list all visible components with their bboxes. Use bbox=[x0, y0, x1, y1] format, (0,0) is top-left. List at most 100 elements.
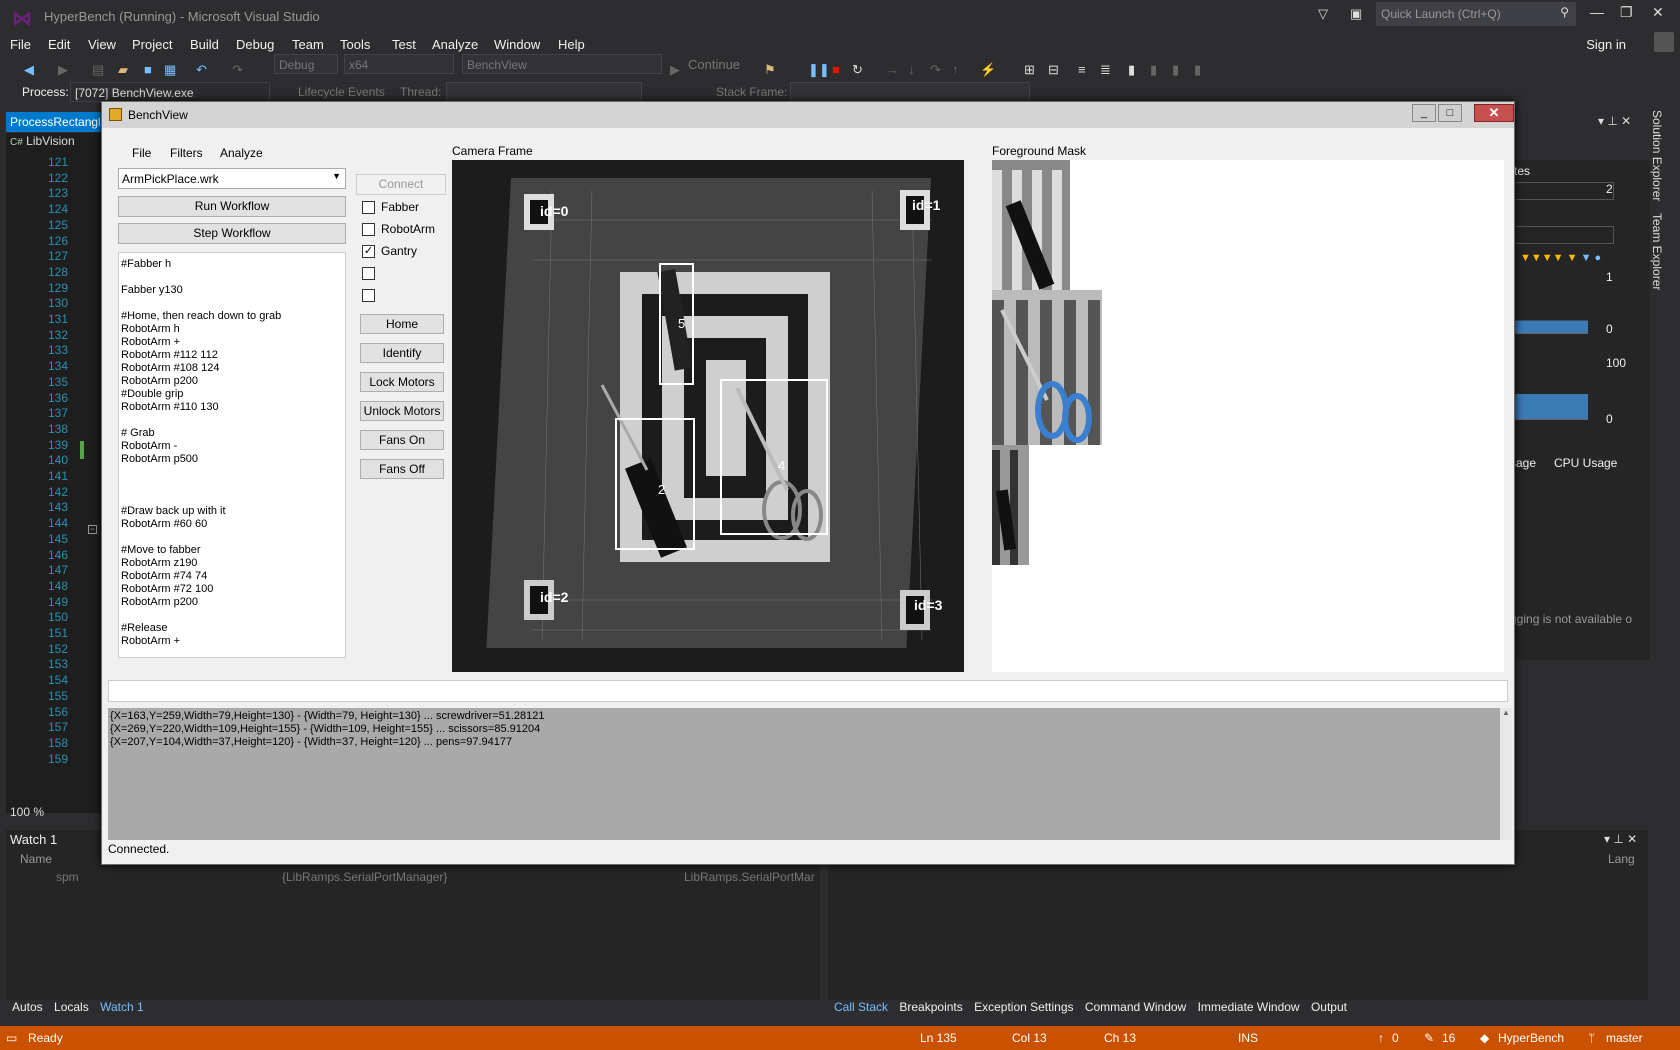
tab-autos[interactable]: Autos bbox=[12, 1000, 43, 1014]
checkbox-gantry[interactable]: ✓ Gantry bbox=[362, 244, 417, 259]
menu-test[interactable]: Test bbox=[392, 37, 416, 52]
tab-call-stack[interactable]: Call Stack bbox=[834, 1000, 888, 1014]
show-next-icon[interactable]: → bbox=[886, 62, 899, 77]
fans-off-button[interactable]: Fans Off bbox=[360, 459, 444, 479]
log-scrollbar[interactable]: ▲ bbox=[1500, 708, 1512, 840]
tab-command-window[interactable]: Command Window bbox=[1085, 1000, 1186, 1014]
open-icon[interactable]: ▰ bbox=[118, 62, 128, 78]
back-icon[interactable]: ◀ bbox=[24, 62, 34, 78]
menu-project[interactable]: Project bbox=[132, 37, 172, 52]
bv-maximize-icon[interactable]: □ bbox=[1438, 104, 1462, 122]
checkbox-unnamed-2[interactable] bbox=[362, 288, 381, 303]
tab-solution-explorer[interactable]: Solution Explorer bbox=[1650, 110, 1664, 201]
tab-watch1[interactable]: Watch 1 bbox=[100, 1000, 144, 1014]
foreground-mask-image[interactable] bbox=[992, 160, 1504, 672]
repo-icon[interactable]: ◆ bbox=[1480, 1031, 1489, 1045]
camera-frame-image[interactable]: 5 2 4 id=0 id=1 id=2 id=3 bbox=[452, 160, 964, 672]
pause-icon[interactable]: ❚❚ bbox=[808, 62, 830, 78]
detection-log[interactable]: {X=163,Y=259,Width=79,Height=130} - {Wid… bbox=[108, 708, 1500, 840]
status-branch[interactable]: master bbox=[1606, 1031, 1643, 1045]
event-filter[interactable] bbox=[1514, 226, 1614, 244]
publish-icon[interactable]: ↑ bbox=[1378, 1031, 1384, 1045]
identify-button[interactable]: Identify bbox=[360, 343, 444, 363]
step-over-icon[interactable]: ↷ bbox=[930, 62, 941, 78]
workflow-script[interactable]: #Fabber h Fabber y130 #Home, then reach … bbox=[118, 252, 346, 658]
pencil-icon[interactable]: ✎ bbox=[1424, 1031, 1434, 1045]
menu-file[interactable]: File bbox=[10, 37, 31, 52]
bv-minimize-icon[interactable]: _ bbox=[1412, 104, 1436, 122]
checkbox-unnamed-2-box[interactable] bbox=[362, 289, 375, 303]
indent-icon[interactable]: ≡ bbox=[1078, 62, 1086, 77]
menu-analyze[interactable]: Analyze bbox=[432, 37, 478, 52]
search-icon[interactable]: ⚲ bbox=[1560, 5, 1569, 19]
bookmark-icon[interactable]: ▮ bbox=[1128, 62, 1135, 78]
bv-menu-file[interactable]: File bbox=[132, 146, 151, 160]
status-changes[interactable]: 16 bbox=[1442, 1031, 1455, 1045]
bv-menu-analyze[interactable]: Analyze bbox=[220, 146, 263, 160]
forward-icon[interactable]: ▶ bbox=[58, 62, 68, 78]
menu-build[interactable]: Build bbox=[190, 37, 219, 52]
home-button[interactable]: Home bbox=[360, 314, 444, 334]
timeline-slider[interactable] bbox=[1514, 182, 1614, 200]
collapse-icon[interactable]: − bbox=[88, 525, 97, 534]
comment-icon[interactable]: ⊞ bbox=[1024, 62, 1035, 78]
lock-motors-button[interactable]: Lock Motors bbox=[360, 372, 444, 392]
connect-button[interactable]: Connect bbox=[356, 174, 446, 195]
fans-on-button[interactable]: Fans On bbox=[360, 430, 444, 450]
uncomment-icon[interactable]: ⊟ bbox=[1048, 62, 1059, 78]
menu-team[interactable]: Team bbox=[292, 37, 324, 52]
undo-icon[interactable]: ↶ bbox=[196, 62, 207, 78]
checkbox-robotarm-box[interactable] bbox=[362, 223, 375, 237]
branch-icon[interactable]: ᛘ bbox=[1588, 1031, 1595, 1045]
hex-icon[interactable]: ⚡ bbox=[980, 62, 996, 78]
menu-tools[interactable]: Tools bbox=[340, 37, 370, 52]
watch-row-value[interactable]: {LibRamps.SerialPortManager} bbox=[282, 870, 447, 884]
tab-cpu-usage[interactable]: CPU Usage bbox=[1554, 456, 1617, 470]
bookmark-clear-icon[interactable]: ▮ bbox=[1194, 62, 1201, 78]
stack-frame-dropdown[interactable] bbox=[790, 82, 1030, 102]
checkbox-gantry-box[interactable]: ✓ bbox=[362, 245, 375, 259]
tab-team-explorer[interactable]: Team Explorer bbox=[1650, 213, 1664, 290]
tab-immediate-window[interactable]: Immediate Window bbox=[1198, 1000, 1300, 1014]
bookmark-prev-icon[interactable]: ▮ bbox=[1150, 62, 1157, 78]
unlock-motors-button[interactable]: Unlock Motors bbox=[360, 401, 444, 421]
new-project-icon[interactable]: ▤ bbox=[92, 62, 104, 78]
lifecycle-events-button[interactable]: Lifecycle Events bbox=[298, 85, 385, 99]
checkbox-robotarm[interactable]: RobotArm bbox=[362, 222, 435, 237]
bv-close-icon[interactable]: ✕ bbox=[1474, 104, 1514, 122]
restart-icon[interactable]: ↻ bbox=[852, 62, 863, 78]
config-dropdown[interactable]: Debug bbox=[274, 54, 338, 74]
minimize-icon[interactable]: — bbox=[1590, 4, 1604, 20]
menu-window[interactable]: Window bbox=[494, 37, 540, 52]
bv-menu-filters[interactable]: Filters bbox=[170, 146, 203, 160]
menu-debug[interactable]: Debug bbox=[236, 37, 274, 52]
startup-dropdown[interactable]: BenchView bbox=[462, 54, 662, 74]
status-unpushed[interactable]: 0 bbox=[1392, 1031, 1399, 1045]
attach-icon[interactable]: ⚑ bbox=[764, 62, 776, 78]
callstack-controls[interactable]: ▾ ⊥ ✕ bbox=[1604, 832, 1637, 846]
feedback-icon[interactable]: ▣ bbox=[1350, 6, 1362, 22]
step-into-icon[interactable]: ↓ bbox=[908, 62, 915, 77]
menu-edit[interactable]: Edit bbox=[48, 37, 70, 52]
doc-tab-processrectangle[interactable]: ProcessRectangle bbox=[6, 112, 106, 132]
checkbox-unnamed-1-box[interactable] bbox=[362, 267, 375, 281]
outdent-icon[interactable]: ≣ bbox=[1100, 62, 1111, 78]
quick-launch-input[interactable]: Quick Launch (Ctrl+Q) ⚲ bbox=[1376, 2, 1576, 26]
step-workflow-button[interactable]: Step Workflow bbox=[118, 223, 346, 244]
tab-exception-settings[interactable]: Exception Settings bbox=[974, 1000, 1073, 1014]
bookmark-next-icon[interactable]: ▮ bbox=[1172, 62, 1179, 78]
stop-icon[interactable]: ■ bbox=[832, 62, 840, 77]
checkbox-unnamed-1[interactable] bbox=[362, 266, 381, 281]
tab-breakpoints[interactable]: Breakpoints bbox=[899, 1000, 962, 1014]
watch-row-name[interactable]: spm bbox=[56, 870, 79, 884]
close-icon[interactable]: ✕ bbox=[1652, 4, 1664, 21]
thread-dropdown[interactable] bbox=[446, 82, 642, 102]
zoom-dropdown[interactable]: 100 % bbox=[10, 805, 44, 819]
run-workflow-button[interactable]: Run Workflow bbox=[118, 196, 346, 217]
project-dropdown[interactable]: C# LibVision bbox=[10, 134, 75, 148]
menu-view[interactable]: View bbox=[88, 37, 116, 52]
workflow-select[interactable]: ArmPickPlace.wrk ▼ bbox=[118, 168, 346, 189]
process-dropdown[interactable]: [7072] BenchView.exe bbox=[70, 82, 270, 102]
redo-icon[interactable]: ↷ bbox=[232, 62, 243, 78]
save-icon[interactable]: ■ bbox=[144, 62, 152, 77]
